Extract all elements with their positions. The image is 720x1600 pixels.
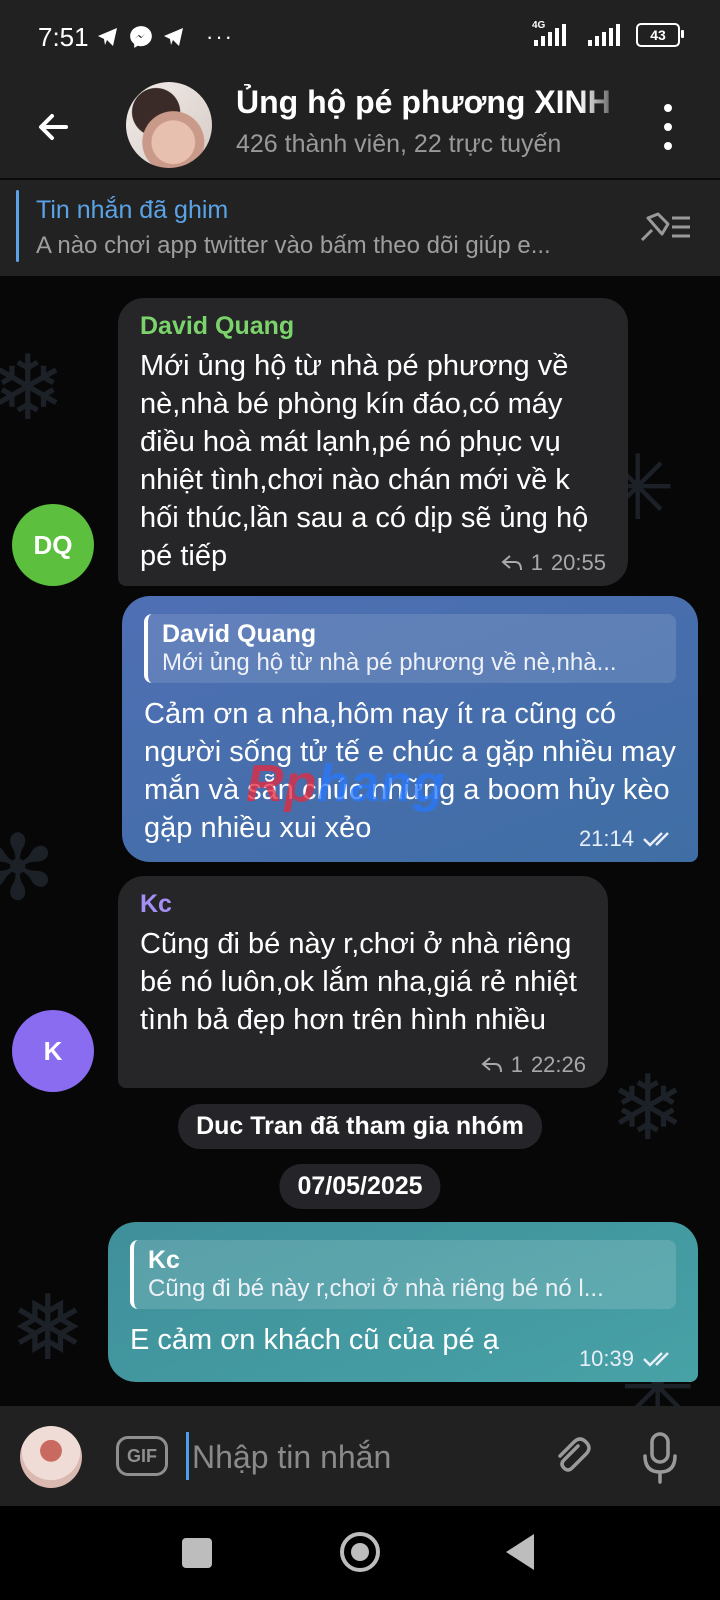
message-meta: 1 20:55 [501,550,606,576]
message-meta: 21:14 [579,826,676,852]
reply-count[interactable]: 1 [511,1052,523,1078]
status-bar: 7:51 ··· 4G 43 [0,0,720,76]
watermark-logo: Rphang [246,755,446,813]
reply-count[interactable]: 1 [531,550,543,576]
background-pattern: ❅ [10,1279,86,1379]
back-arrow-icon[interactable] [30,104,76,150]
background-pattern: ❄ [610,1059,686,1159]
microphone-icon[interactable] [640,1430,680,1484]
pinned-title: Tin nhắn đã ghim [36,196,229,224]
home-button[interactable] [340,1532,380,1572]
reply-quote-text: Mới ủng hộ từ nhà pé phương về nè,nhà... [162,649,617,676]
message-meta: 10:39 [579,1346,676,1372]
reply-quote-name: David Quang [162,620,317,648]
message-bubble[interactable]: David Quang Mới ủng hộ từ nhà pé phương … [118,298,628,586]
double-check-icon [643,832,669,847]
send-as-avatar[interactable] [20,1426,82,1488]
background-pattern: ❄ [0,339,66,439]
message-input-bar: GIF [0,1406,720,1506]
join-notice: Duc Tran đã tham gia nhóm [178,1104,542,1149]
sender-name[interactable]: David Quang [140,312,606,341]
gif-button[interactable]: GIF [116,1436,168,1476]
chat-area[interactable]: ❄ ✳ ✻ ❄ ✳ ❅ David Quang Mới ủng hộ từ nh… [0,276,720,1406]
system-icons: 4G 43 [532,20,684,48]
reply-icon [501,555,522,571]
recents-button[interactable] [182,1538,212,1568]
message-time: 21:14 [578,826,634,851]
more-notifications: ··· [206,24,234,49]
message-bubble-outgoing[interactable]: David Quang Mới ủng hộ từ nhà pé phương … [122,596,698,862]
reply-quote[interactable]: David Quang Mới ủng hộ từ nhà pé phương … [144,614,676,683]
avatar[interactable]: K [12,1010,94,1092]
reply-quote[interactable]: Kc Cũng đi bé này r,chơi ở nhà riêng bé … [130,1240,676,1309]
telegram-icon-2 [164,28,183,46]
message-time: 22:26 [530,1052,586,1077]
battery-icon: 43 [636,23,684,47]
pinned-list-icon[interactable] [638,210,692,244]
avatar[interactable]: DQ [12,504,94,586]
background-pattern: ✻ [0,819,56,919]
message-bubble[interactable]: Kc Cũng đi bé này r,chơi ở nhà riêng bé … [118,876,608,1088]
messenger-icon [130,26,152,48]
message-bubble-outgoing[interactable]: Kc Cũng đi bé này r,chơi ở nhà riêng bé … [108,1222,698,1382]
back-button[interactable] [506,1534,534,1570]
reply-icon [481,1057,502,1073]
group-title[interactable]: Ủng hộ pé phương XINH [236,84,626,121]
date-separator: 07/05/2025 [279,1164,441,1209]
message-text: Cũng đi bé này r,chơi ở nhà riêng bé nó … [140,928,577,1036]
system-navigation-bar [0,1506,720,1600]
network-type: 4G [532,20,546,31]
text-cursor [186,1432,189,1480]
member-count: 426 thành viên, 22 trực tuyến [236,130,562,158]
telegram-icon [98,28,117,46]
message-time: 10:39 [578,1346,634,1371]
message-input[interactable] [190,1434,524,1480]
message-time: 20:55 [550,550,606,575]
chat-header: Ủng hộ pé phương XINH 426 thành viên, 22… [0,76,720,178]
attach-icon[interactable] [548,1432,598,1482]
status-time: 7:51 [38,22,89,52]
reply-quote-name: Kc [148,1246,180,1274]
sender-name[interactable]: Kc [140,890,586,919]
double-check-icon [643,1352,669,1367]
pinned-indicator [16,190,19,262]
signal-4g-icon: 4G [532,20,576,48]
message-meta: 1 22:26 [481,1052,586,1078]
signal-icon [588,24,620,46]
reply-quote-text: Cũng đi bé này r,chơi ở nhà riêng bé nó … [148,1275,604,1302]
pinned-message-bar[interactable]: Tin nhắn đã ghim A nào chơi app twitter … [0,180,720,276]
more-options-icon[interactable] [660,104,676,150]
group-avatar[interactable] [126,82,212,168]
notification-icons: ··· [96,24,234,50]
message-text: Mới ủng hộ từ nhà pé phương về nè,nhà bé… [140,350,589,572]
pinned-text: A nào chơi app twitter vào bấm theo dõi … [36,232,551,259]
